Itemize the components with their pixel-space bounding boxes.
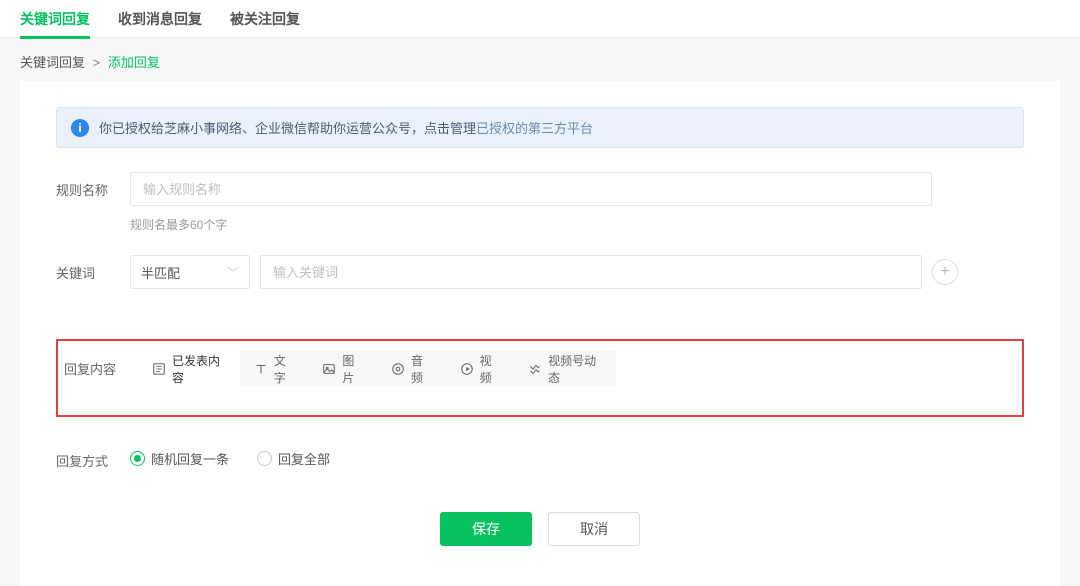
content-tab-text[interactable]: 文字 (240, 351, 309, 387)
form-actions: 保存 取消 (56, 512, 1024, 546)
label-reply-content: 回复内容 (64, 351, 138, 378)
channels-icon (528, 362, 542, 376)
reply-content-highlight: 回复内容 已发表内容 文字 (56, 339, 1024, 417)
rule-name-hint: 规则名最多60个字 (130, 216, 1024, 233)
breadcrumb-root[interactable]: 关键词回复 (20, 55, 85, 70)
content-tab-channels[interactable]: 视频号动态 (514, 351, 616, 387)
cancel-button[interactable]: 取消 (548, 512, 640, 546)
row-reply-content: 回复内容 已发表内容 文字 (64, 351, 1016, 387)
content-type-tabs: 已发表内容 文字 图片 (138, 351, 616, 387)
add-keyword-button[interactable]: + (932, 259, 958, 285)
form-card: i 你已授权给芝麻小事网络、企业微信帮助你运营公众号，点击管理已授权的第三方平台… (20, 81, 1060, 586)
alert-text-body: 你已授权给芝麻小事网络、企业微信帮助你运营公众号，点击管理 (99, 121, 476, 136)
content-tab-audio-label: 音频 (411, 352, 432, 386)
row-rule-name: 规则名称 规则名最多60个字 (56, 172, 1024, 233)
text-icon (254, 362, 268, 376)
content-tab-image-label: 图片 (342, 352, 363, 386)
breadcrumb-current: 添加回复 (108, 55, 160, 70)
radio-reply-all-label: 回复全部 (278, 449, 330, 468)
radio-icon (130, 451, 145, 466)
match-mode-select[interactable]: 半匹配 ﹀ (130, 255, 250, 289)
page-tabs: 关键词回复 收到消息回复 被关注回复 (0, 0, 1080, 38)
radio-reply-all[interactable]: 回复全部 (257, 449, 330, 468)
tab-follow-reply[interactable]: 被关注回复 (230, 0, 300, 38)
control-reply-content: 已发表内容 文字 图片 (138, 351, 1016, 387)
content-tab-image[interactable]: 图片 (308, 351, 377, 387)
label-reply-mode: 回复方式 (56, 443, 130, 470)
content-tab-article-label: 已发表内容 (172, 352, 226, 386)
article-icon (152, 362, 166, 376)
info-alert: i 你已授权给芝麻小事网络、企业微信帮助你运营公众号，点击管理已授权的第三方平台 (56, 107, 1024, 148)
control-reply-mode: 随机回复一条 回复全部 (130, 443, 1024, 468)
authorized-platforms-link[interactable]: 已授权的第三方平台 (476, 121, 593, 136)
info-icon: i (71, 119, 89, 137)
radio-random-one[interactable]: 随机回复一条 (130, 449, 229, 468)
radio-random-one-label: 随机回复一条 (151, 449, 229, 468)
radio-icon (257, 451, 272, 466)
breadcrumb-sep: > (93, 55, 101, 70)
control-keyword: 半匹配 ﹀ + (130, 255, 1024, 289)
video-icon (460, 362, 474, 376)
alert-text: 你已授权给芝麻小事网络、企业微信帮助你运营公众号，点击管理已授权的第三方平台 (99, 118, 593, 137)
image-icon (322, 362, 336, 376)
content-tab-video-label: 视频 (480, 352, 501, 386)
breadcrumb: 关键词回复 > 添加回复 (0, 38, 1080, 81)
row-keyword: 关键词 半匹配 ﹀ + (56, 255, 1024, 289)
audio-icon (391, 362, 405, 376)
save-button[interactable]: 保存 (440, 512, 532, 546)
content-tab-article[interactable]: 已发表内容 (138, 351, 240, 387)
content-tab-audio[interactable]: 音频 (377, 351, 446, 387)
content-tab-channels-label: 视频号动态 (548, 352, 602, 386)
control-rule-name: 规则名最多60个字 (130, 172, 1024, 233)
row-reply-mode: 回复方式 随机回复一条 回复全部 (56, 443, 1024, 470)
content-tab-text-label: 文字 (274, 352, 295, 386)
label-rule-name: 规则名称 (56, 172, 130, 199)
rule-name-input[interactable] (130, 172, 932, 206)
keyword-input[interactable] (260, 255, 922, 289)
tab-message-reply[interactable]: 收到消息回复 (118, 0, 202, 38)
tab-keyword-reply[interactable]: 关键词回复 (20, 0, 90, 38)
content-tab-video[interactable]: 视频 (446, 351, 515, 387)
label-keyword: 关键词 (56, 255, 130, 282)
chevron-down-icon: ﹀ (227, 264, 239, 281)
match-mode-value: 半匹配 (141, 263, 180, 282)
plus-icon: + (940, 264, 949, 280)
